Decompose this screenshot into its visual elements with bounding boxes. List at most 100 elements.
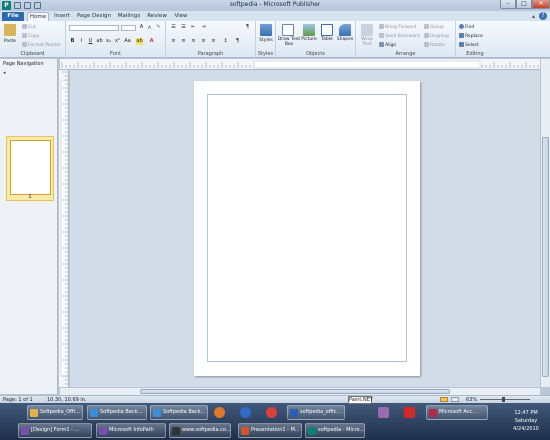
show-marks-button[interactable]: ¶ [244,24,251,31]
send-backward-button[interactable]: Send Backward [379,33,420,39]
italic-button[interactable]: I [78,38,85,45]
numbering-icon[interactable]: ☰ [180,24,187,31]
align-right-icon[interactable]: ≡ [190,38,197,45]
taskbar-item[interactable]: Presentation1 - M... [238,423,302,438]
app-icon-red[interactable] [404,407,415,418]
document-workspace[interactable] [70,70,540,387]
rotate-button[interactable]: Rotate [424,42,445,48]
font-color-icon[interactable]: A [148,38,155,45]
brush-icon [22,42,27,47]
wrap-text-icon[interactable] [361,24,373,36]
styles-button[interactable]: Styles [256,38,276,43]
vertical-ruler[interactable] [59,70,69,387]
text-box-icon[interactable] [282,24,294,36]
taskbar-item[interactable]: [Design] Form1 - ... [18,423,92,438]
align-left-icon[interactable]: ≡ [170,38,177,45]
paragraph-spacing-icon[interactable]: ¶ [234,38,241,45]
horizontal-scroll-thumb[interactable] [140,389,450,394]
taskbar-item[interactable]: softpedia_offic... [287,405,345,420]
vertical-scroll-thumb[interactable] [542,137,549,377]
taskbar-item[interactable]: Softpedia_Offi... [27,405,83,420]
system-clock[interactable]: 12:47 PM Saturday 4/24/2010 [505,409,547,433]
tab-file[interactable]: File [2,12,24,21]
clock-time: 12:47 PM [514,410,538,416]
distribute-icon[interactable]: ≡ [210,38,217,45]
help-icon[interactable]: ? [539,12,547,20]
picture-button[interactable]: Picture [300,37,318,42]
select-icon [459,42,464,47]
media-player-icon[interactable] [240,407,251,418]
firefox-icon[interactable] [214,407,225,418]
styles-icon[interactable] [260,24,272,36]
zoom-slider-knob[interactable] [502,397,505,402]
find-button[interactable]: Find [459,24,474,30]
paint-net-icon[interactable] [378,407,389,418]
taskbar-item[interactable]: softpedia - Micro... [305,423,365,438]
tab-home[interactable]: Home [27,12,49,21]
tab-view[interactable]: View [172,12,190,21]
shrink-font-icon[interactable]: A [146,24,153,31]
table-button[interactable]: Table [318,37,336,42]
cut-button[interactable]: Cut [22,24,36,30]
superscript-icon[interactable]: x² [114,38,121,45]
replace-button[interactable]: Replace [459,33,483,39]
table-icon[interactable] [321,24,333,36]
horizontal-scrollbar[interactable] [60,387,540,395]
picture-icon[interactable] [303,24,315,36]
change-case-icon[interactable]: Aa [124,38,131,45]
underline-button[interactable]: U [87,38,94,45]
strikethrough-icon[interactable]: ab [96,38,103,45]
tab-insert[interactable]: Insert [52,12,72,21]
justify-icon[interactable]: ≡ [200,38,207,45]
format-painter-button[interactable]: Format Painter [22,42,61,48]
align-center-icon[interactable]: ≡ [180,38,187,45]
shapes-icon[interactable] [339,24,351,36]
shapes-button[interactable]: Shapes [336,37,354,42]
bullets-icon[interactable]: ☰ [170,24,177,31]
publication-page[interactable] [194,81,420,376]
wrap-text-button[interactable]: Wrap Text [357,37,377,47]
ribbon-minimize-icon[interactable]: ▴ [532,13,535,20]
taskbar-item[interactable]: Microsoft Acc... [426,405,488,420]
increase-indent-icon[interactable]: ⇥ [200,24,207,31]
collapse-pane-icon[interactable]: ◂ [3,70,6,76]
page-thumbnail[interactable]: 1 [6,136,54,201]
select-button[interactable]: Select [459,42,479,48]
single-page-view-icon[interactable] [440,397,448,402]
line-spacing-icon[interactable]: ↕ [222,38,229,45]
tab-mailings[interactable]: Mailings [116,12,142,21]
subscript-icon[interactable]: x₂ [105,38,112,45]
highlight-icon[interactable]: ab [136,38,143,45]
taskbar-item[interactable]: www.softpedia.co... [169,423,231,438]
chrome-icon[interactable] [266,407,277,418]
objects-group-label: Objects [306,51,325,57]
maximize-button[interactable]: □ [516,0,532,9]
clear-formatting-icon[interactable]: ✎ [155,24,162,31]
ungroup-button[interactable]: Ungroup [424,33,449,39]
taskbar-item[interactable]: Softpedia Back... [150,405,208,420]
bold-button[interactable]: B [69,38,76,45]
bring-forward-button[interactable]: Bring Forward [379,24,416,30]
group-button[interactable]: Group [424,24,444,30]
minimize-button[interactable]: – [500,0,516,9]
tab-page-design[interactable]: Page Design [76,12,112,21]
draw-text-box-button[interactable]: Draw Text Box [277,37,301,47]
taskbar-tooltip: Paint.NET [348,396,373,404]
paste-button[interactable]: Paste [1,39,19,44]
taskbar-item[interactable]: Microsoft InfoPath [96,423,166,438]
font-name-combo[interactable] [69,25,119,31]
grow-font-icon[interactable]: A [138,24,145,31]
status-bar: Page: 1 of 1 10.30, 10.69 in. 63% [0,395,550,403]
align-button[interactable]: Align [379,42,396,48]
font-size-combo[interactable] [121,25,136,31]
two-page-view-icon[interactable] [451,397,459,402]
zoom-slider[interactable] [480,399,530,400]
vertical-scrollbar[interactable] [540,59,550,387]
close-button[interactable]: ✕ [532,0,550,9]
horizontal-ruler[interactable] [60,59,540,70]
tab-review[interactable]: Review [146,12,168,21]
copy-button[interactable]: Copy [22,33,39,39]
taskbar-item[interactable]: Softpedia Back... [87,405,147,420]
paste-icon[interactable] [4,24,16,36]
decrease-indent-icon[interactable]: ⇤ [190,24,197,31]
